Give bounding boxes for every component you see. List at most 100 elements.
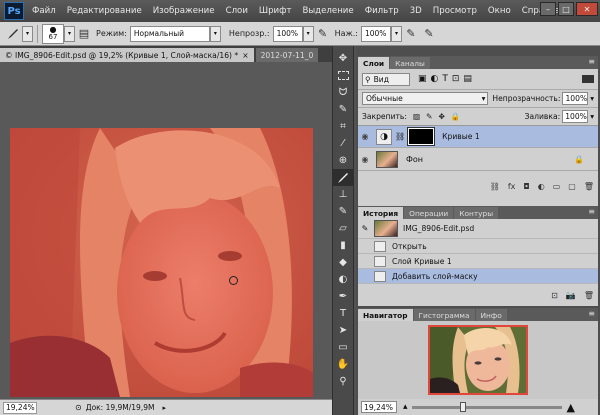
navigator-view-box[interactable] bbox=[428, 325, 528, 395]
tool-preset-dropdown[interactable]: ▾ bbox=[22, 25, 33, 42]
menu-edit[interactable]: Редактирование bbox=[67, 6, 142, 16]
eye-icon[interactable]: ◉ bbox=[358, 155, 372, 164]
panel-menu-icon[interactable]: ≡ bbox=[588, 309, 595, 318]
layer-row-curves[interactable]: ◉ ◑ ⛓ Кривые 1 bbox=[358, 125, 598, 148]
lasso-tool-icon[interactable]: ᗢ bbox=[333, 84, 353, 101]
status-arrow-icon[interactable]: ▸ bbox=[162, 404, 166, 412]
menu-file[interactable]: Файл bbox=[32, 6, 56, 16]
panel-menu-icon[interactable]: ≡ bbox=[588, 57, 595, 66]
opacity-input[interactable]: 100% bbox=[272, 25, 303, 42]
navigator-zoom-field[interactable]: 19,24% bbox=[361, 401, 397, 413]
zoom-tool-icon[interactable]: ⚲ bbox=[333, 373, 353, 390]
minimize-button[interactable]: – bbox=[540, 2, 556, 16]
document-image[interactable] bbox=[10, 128, 313, 397]
brush-tool-icon[interactable] bbox=[333, 169, 353, 186]
history-snapshot[interactable]: ✎ IMG_8906-Edit.psd bbox=[358, 219, 598, 239]
new-layer-icon[interactable]: ▢ bbox=[568, 182, 576, 191]
healing-brush-tool-icon[interactable]: ⊕ bbox=[333, 152, 353, 169]
close-window-button[interactable]: ✕ bbox=[576, 2, 598, 16]
menu-image[interactable]: Изображение bbox=[153, 6, 215, 16]
new-document-from-state-icon[interactable]: ⊡ bbox=[551, 291, 558, 300]
tab-info[interactable]: Инфо bbox=[475, 309, 507, 321]
hand-tool-icon[interactable]: ✋ bbox=[333, 356, 353, 373]
zoom-out-icon[interactable]: ▴ bbox=[403, 402, 408, 412]
tab-actions[interactable]: Операции bbox=[404, 207, 454, 219]
layer-kind-select[interactable]: ⚲ Вид bbox=[362, 72, 410, 86]
marquee-tool-icon[interactable] bbox=[333, 67, 353, 84]
fill-input[interactable]: 100% bbox=[562, 110, 589, 123]
history-step[interactable]: Слой Кривые 1 bbox=[358, 254, 598, 269]
flow-dropdown[interactable]: ▾ bbox=[390, 25, 402, 42]
filter-toggle[interactable] bbox=[582, 75, 594, 83]
type-tool-icon[interactable]: T bbox=[333, 305, 353, 322]
layer-opacity-input[interactable]: 100% bbox=[562, 92, 589, 105]
gradient-tool-icon[interactable]: ▮ bbox=[333, 237, 353, 254]
add-mask-icon[interactable]: ◘ bbox=[523, 182, 529, 191]
tab-navigator[interactable]: Навигатор bbox=[358, 309, 413, 321]
path-select-tool-icon[interactable]: ➤ bbox=[333, 322, 353, 339]
pressure-opacity-icon[interactable]: ✎ bbox=[314, 25, 332, 43]
fx-icon[interactable]: fx bbox=[508, 182, 516, 191]
history-step-selected[interactable]: Добавить слой-маску bbox=[358, 269, 598, 284]
pen-tool-icon[interactable]: ✒ bbox=[333, 288, 353, 305]
quick-select-tool-icon[interactable]: ✎ bbox=[333, 101, 353, 118]
menu-layers[interactable]: Слои bbox=[226, 6, 248, 16]
maximize-button[interactable]: □ bbox=[558, 2, 574, 16]
blur-tool-icon[interactable]: ◆ bbox=[333, 254, 353, 271]
doc-tab-active[interactable]: © IMG_8906-Edit.psd @ 19,2% (Кривые 1, С… bbox=[0, 48, 254, 62]
history-brush-source-icon[interactable]: ✎ bbox=[358, 224, 372, 233]
crop-tool-icon[interactable]: ⌗ bbox=[333, 118, 353, 135]
panel-menu-icon[interactable]: ≡ bbox=[588, 207, 595, 216]
zoom-field[interactable]: 19,24% bbox=[3, 401, 37, 414]
tab-history[interactable]: История bbox=[358, 207, 404, 219]
layer-filter-icons[interactable]: ▣◐T⊡▤ bbox=[418, 74, 476, 84]
tab-histogram[interactable]: Гистограмма bbox=[413, 309, 475, 321]
zoom-slider[interactable] bbox=[411, 401, 562, 412]
history-brush-tool-icon[interactable]: ✎ bbox=[333, 203, 353, 220]
shape-tool-icon[interactable]: ▭ bbox=[333, 339, 353, 356]
menu-filter[interactable]: Фильтр bbox=[365, 6, 399, 16]
tab-channels[interactable]: Каналы bbox=[390, 57, 430, 69]
mode-dropdown[interactable]: ▾ bbox=[209, 25, 221, 42]
menu-window[interactable]: Окно bbox=[488, 6, 511, 16]
link-layers-icon[interactable]: ⛓ bbox=[490, 182, 500, 191]
eye-icon[interactable]: ◉ bbox=[358, 132, 372, 141]
status-info-icon[interactable]: ⊙ bbox=[75, 403, 82, 412]
brush-size-picker[interactable]: ● 67 bbox=[42, 23, 64, 44]
dodge-tool-icon[interactable]: ◐ bbox=[333, 271, 353, 288]
brush-picker-dropdown[interactable]: ▾ bbox=[64, 25, 75, 42]
move-tool-icon[interactable]: ✥ bbox=[333, 50, 353, 67]
new-group-icon[interactable]: ▭ bbox=[553, 182, 561, 191]
trash-icon[interactable]: 🗑 bbox=[584, 291, 594, 300]
doc-tab-second[interactable]: 2012-07-11_0 bbox=[255, 48, 319, 62]
clone-stamp-tool-icon[interactable]: ⊥ bbox=[333, 186, 353, 203]
navigator-preview-area[interactable] bbox=[358, 321, 598, 399]
chevron-down-icon[interactable]: ▾ bbox=[590, 94, 594, 103]
airbrush-icon[interactable]: ✎ bbox=[402, 25, 420, 43]
zoom-slider-handle[interactable] bbox=[459, 401, 466, 412]
layer-mask-thumbnail[interactable] bbox=[407, 127, 436, 146]
canvas-area[interactable] bbox=[0, 62, 332, 399]
link-icon[interactable]: ⛓ bbox=[395, 132, 405, 141]
menu-view[interactable]: Просмотр bbox=[433, 6, 477, 16]
chevron-down-icon[interactable]: ▾ bbox=[590, 112, 594, 121]
flow-input[interactable]: 100% bbox=[360, 25, 391, 42]
zoom-in-icon[interactable]: ▲ bbox=[567, 401, 575, 414]
lock-options-icons[interactable]: ▨✎✥🔒 bbox=[413, 112, 466, 121]
menu-3d[interactable]: 3D bbox=[410, 6, 422, 16]
pressure-size-icon[interactable]: ✎ bbox=[420, 25, 438, 43]
opacity-dropdown[interactable]: ▾ bbox=[302, 25, 314, 42]
tab-paths[interactable]: Контуры bbox=[454, 207, 499, 219]
tab-layers[interactable]: Слои bbox=[358, 57, 390, 69]
mode-select[interactable]: Нормальный bbox=[129, 25, 210, 42]
close-tab-icon[interactable]: × bbox=[242, 51, 248, 60]
blend-mode-select[interactable]: Обычные ▾ bbox=[362, 92, 489, 105]
brush-panel-icon[interactable]: ▤ bbox=[75, 25, 93, 43]
menu-select[interactable]: Выделение bbox=[303, 6, 354, 16]
history-step[interactable]: Открыть bbox=[358, 239, 598, 254]
camera-icon[interactable]: 📷 bbox=[566, 291, 576, 300]
adjustment-layer-icon[interactable]: ◐ bbox=[538, 182, 545, 191]
layer-row-background[interactable]: ◉ Фон 🔒 bbox=[358, 148, 598, 171]
trash-icon[interactable]: 🗑 bbox=[584, 182, 594, 191]
eyedropper-tool-icon[interactable]: ⁄ bbox=[333, 135, 353, 152]
